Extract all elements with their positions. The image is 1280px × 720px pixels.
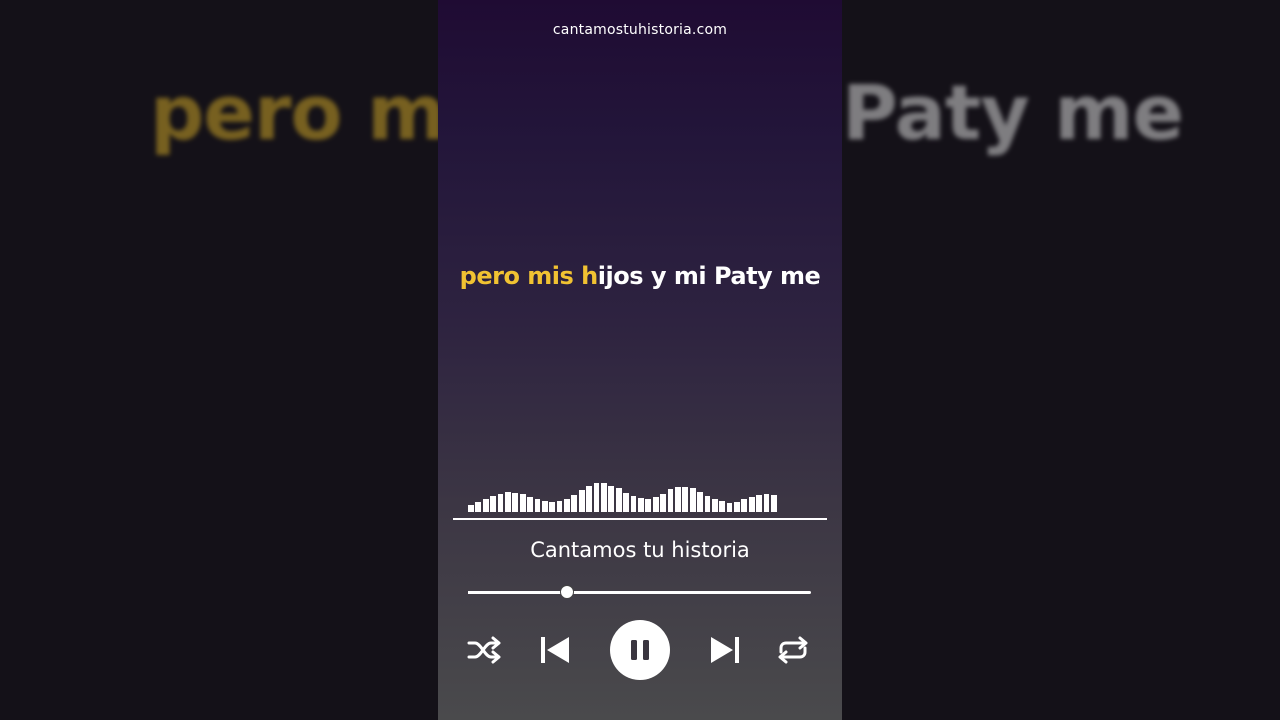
equalizer-bar (674, 487, 681, 512)
repeat-button[interactable] (774, 635, 812, 665)
equalizer-bar (586, 486, 593, 512)
equalizer-bar (711, 499, 718, 512)
equalizer-bar (704, 496, 711, 512)
equalizer-bar (623, 493, 629, 512)
skip-next-icon (711, 637, 739, 663)
equalizer-bar (468, 505, 474, 512)
equalizer-bar (741, 499, 748, 512)
progress-bar[interactable] (468, 585, 811, 599)
lyric-sung-part: pero mis h (459, 262, 599, 290)
player-panel: cantamostuhistoria.com pero mis hijos y … (438, 0, 842, 720)
equalizer-bar (630, 496, 637, 512)
skip-previous-icon (541, 637, 569, 663)
equalizer-bar (719, 501, 726, 512)
equalizer-bar (527, 497, 533, 512)
repeat-icon (778, 636, 808, 664)
divider-line (453, 518, 827, 520)
progress-fill (468, 591, 568, 594)
shuffle-button[interactable] (466, 635, 502, 665)
equalizer-bar (756, 495, 763, 512)
equalizer-bar (497, 494, 504, 512)
equalizer-bar (667, 489, 674, 512)
playback-controls (438, 620, 842, 680)
equalizer-bar (601, 483, 607, 512)
equalizer-bar (726, 503, 733, 512)
equalizer-bar (660, 494, 666, 512)
pause-button[interactable] (610, 620, 670, 680)
equalizer-bar (578, 490, 585, 512)
equalizer-bar (482, 499, 489, 512)
equalizer-bar (689, 488, 696, 512)
equalizer-bar (637, 498, 644, 512)
equalizer-bar (645, 499, 652, 512)
equalizer-bar (556, 501, 563, 512)
equalizer-bar (608, 486, 615, 512)
background-lyric-right: Paty me (842, 68, 1184, 157)
equalizer-bar (504, 492, 511, 512)
equalizer-bar (682, 487, 689, 512)
pause-icon (631, 640, 649, 660)
equalizer-bar (534, 499, 541, 512)
previous-button[interactable] (538, 634, 572, 666)
equalizer-bar (549, 502, 556, 512)
equalizer-bar (593, 483, 600, 512)
background-lyric-left: pero mis (150, 68, 438, 157)
equalizer-bar (615, 488, 622, 512)
equalizer-bar (771, 495, 777, 512)
lyric-line: pero mis hijos y mi Paty me (438, 262, 842, 290)
lyric-unsung-part: ijos y mi Paty me (597, 262, 821, 290)
shuffle-icon (467, 636, 501, 664)
equalizer-bar (748, 497, 755, 512)
equalizer-bar (697, 492, 703, 512)
audio-equalizer (468, 470, 804, 512)
equalizer-bar (541, 501, 548, 512)
equalizer-bar (564, 499, 570, 512)
equalizer-bar (490, 496, 496, 512)
site-url: cantamostuhistoria.com (552, 22, 728, 38)
background-left-panel: pero mis (0, 0, 438, 720)
equalizer-bar (475, 502, 482, 512)
equalizer-bar (512, 493, 519, 512)
progress-handle[interactable] (560, 585, 575, 599)
equalizer-bar (763, 494, 770, 512)
equalizer-bar (571, 495, 578, 512)
track-title: Cantamos tu historia (530, 538, 750, 562)
equalizer-bar (734, 502, 740, 512)
equalizer-bar (519, 494, 526, 512)
background-right-panel: Paty me (842, 0, 1280, 720)
next-button[interactable] (708, 634, 742, 666)
equalizer-bar (652, 497, 659, 512)
